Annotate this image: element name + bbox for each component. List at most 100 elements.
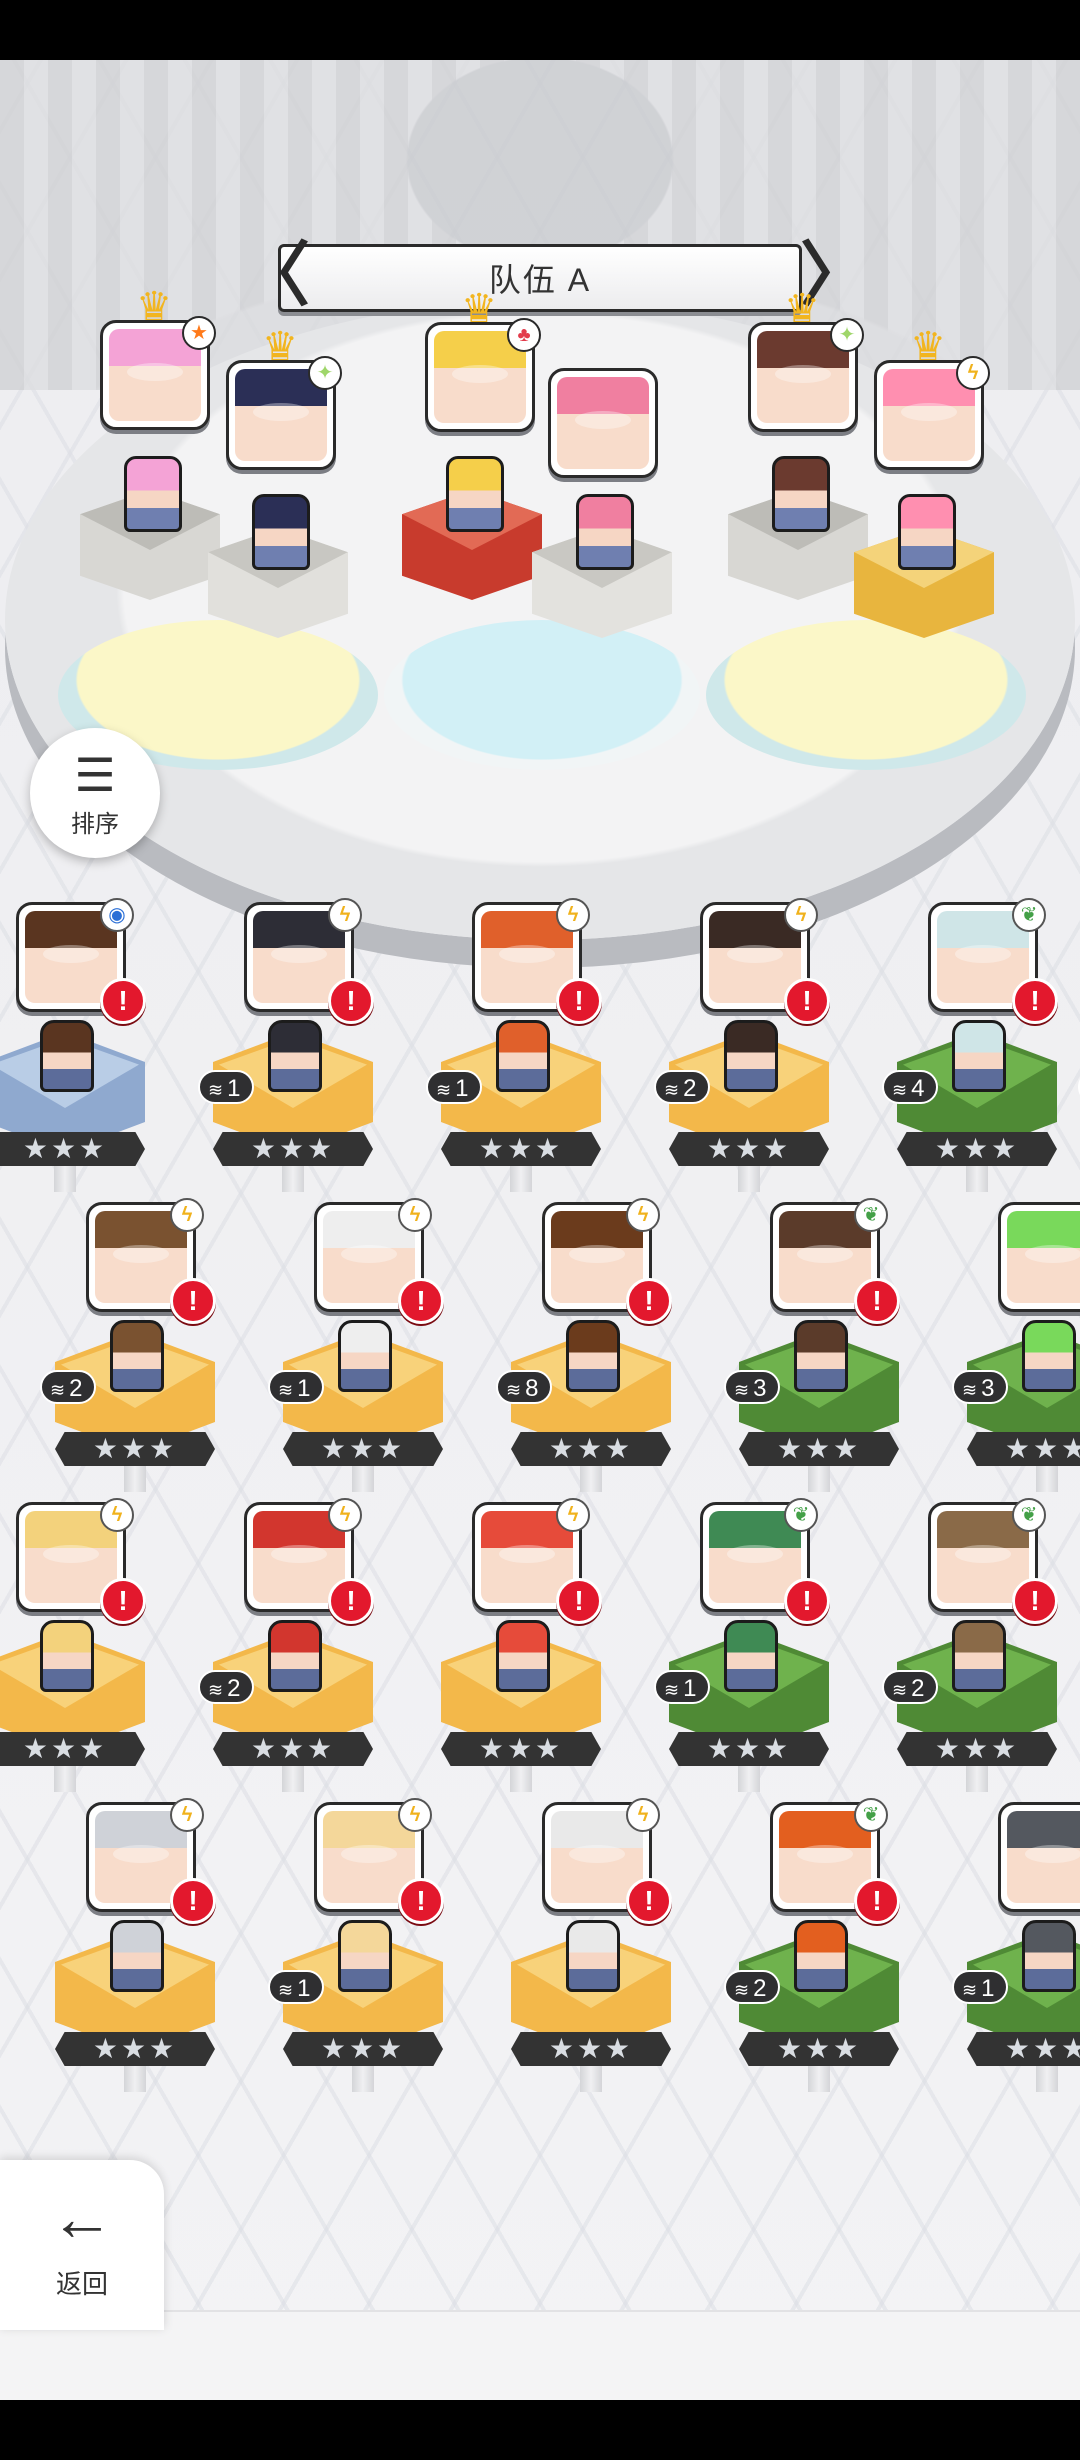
roster-character-card[interactable]: ★★★ ϟ!: [426, 1498, 616, 1802]
roster-character-card[interactable]: ★★★≋3❦!: [952, 1202, 1080, 1502]
star-rating: ★★★: [55, 2032, 215, 2066]
character-sprite: [1022, 1920, 1076, 1992]
roster-character-card[interactable]: ★★★≋1❦!: [952, 1802, 1080, 2102]
level-badge: ≋1: [198, 1070, 254, 1104]
character-sprite: [110, 1320, 164, 1392]
stack-icon: ≋: [278, 1980, 294, 2000]
back-button[interactable]: ← 返回: [0, 2160, 164, 2330]
character-sprite: [496, 1620, 550, 1692]
roster-character-card[interactable]: ★★★ ≋ 1 ϟ!: [268, 1798, 458, 2102]
roster-character-card[interactable]: ★★★ ≋ 2 ❦!: [882, 1498, 1072, 1802]
star-rating: ★★★: [739, 1432, 899, 1466]
level-badge: ≋ 3: [952, 1370, 1008, 1404]
roster-character-card[interactable]: ★★★ ≋ 2 ϟ!: [40, 1198, 230, 1502]
roster-character-card[interactable]: ★★★ ≋ 2 ❦!: [724, 1798, 914, 2102]
previous-team-button[interactable]: 〈: [240, 238, 310, 318]
character-sprite: [338, 1320, 392, 1392]
sort-button[interactable]: ☰ 排序: [30, 728, 160, 858]
roster-character-card[interactable]: ★★★ ϟ!: [40, 1798, 230, 2102]
level-value: 3: [753, 1375, 767, 1402]
alert-icon: !: [626, 1278, 672, 1324]
lightning-icon: ϟ: [956, 356, 990, 390]
star-rating: ★★★: [897, 1732, 1057, 1766]
character-sprite: [124, 456, 182, 532]
character-sprite: [40, 1020, 94, 1092]
alert-icon: !: [784, 978, 830, 1024]
stack-icon: ≋: [664, 1680, 680, 1700]
stack-icon: ≋: [962, 1380, 978, 1400]
character-sprite: [724, 1620, 778, 1692]
star-rating: ★★★: [441, 1732, 601, 1766]
star-rating: ★★★: [213, 1732, 373, 1766]
alert-icon: !: [328, 978, 374, 1024]
spade-icon: ♣: [507, 318, 541, 352]
character-sprite: [952, 1020, 1006, 1092]
character-portrait[interactable]: [998, 1802, 1080, 1912]
game-screen: 〈 队伍 A 〉 ♛ ★ ♛ ✦ ♛ ♣ ♛ ✦ ♛ ϟ ★★★ ◉! ★★★ ≋ 1 ϟ! ★★★ ≋ 1 ϟ! ★…: [0, 60, 1080, 2400]
leaf-icon: ❦: [1012, 1498, 1046, 1532]
stack-icon: ≋: [436, 1080, 452, 1100]
crown-icon: ♛: [910, 325, 946, 369]
star-rating: ★★★: [669, 1132, 829, 1166]
lightning-icon: ϟ: [398, 1198, 432, 1232]
center-team-floor: [384, 620, 700, 770]
character-portrait[interactable]: [998, 1202, 1080, 1312]
level-badge: ≋ 8: [496, 1370, 552, 1404]
alert-icon: !: [626, 1878, 672, 1924]
roster-character-card[interactable]: ★★★≋1❦!: [654, 1498, 844, 1802]
level-value: 1: [297, 1975, 311, 2002]
roster-character-card[interactable]: ★★★ ≋ 1 ϟ!: [426, 898, 616, 1202]
level-value: 2: [911, 1675, 925, 1702]
alert-icon: !: [398, 1878, 444, 1924]
character-sprite: [794, 1920, 848, 1992]
lightning-icon: ϟ: [100, 1498, 134, 1532]
crown-icon: ♛: [784, 287, 820, 331]
star-rating: ★★★: [511, 1432, 671, 1466]
level-badge: ≋ 2: [198, 1670, 254, 1704]
leaf-icon: ❦: [1012, 898, 1046, 932]
lightning-icon: ϟ: [556, 898, 590, 932]
alert-icon: !: [170, 1278, 216, 1324]
stack-icon: ≋: [892, 1080, 908, 1100]
level-badge: ≋1: [268, 1970, 324, 2004]
team-name-banner: 〈 队伍 A 〉: [240, 238, 870, 318]
roster-character-card[interactable]: ★★★ ϟ!: [0, 1498, 160, 1802]
roster-character-card[interactable]: ★★★ ≋ 8 ϟ!: [496, 1198, 686, 1502]
level-badge: ≋ 4: [882, 1070, 938, 1104]
roster-character-card[interactable]: ★★★ ≋ 1 ϟ!: [268, 1198, 458, 1502]
level-value: 1: [227, 1075, 241, 1102]
roster-character-card[interactable]: ★★★ ≋ 2 ϟ!: [198, 1498, 388, 1802]
sort-label: 排序: [71, 811, 119, 838]
level-value: 1: [683, 1675, 697, 1702]
stack-icon: ≋: [734, 1380, 750, 1400]
stack-icon: ≋: [208, 1680, 224, 1700]
character-sprite: [446, 456, 504, 532]
character-sprite: [566, 1920, 620, 1992]
alert-icon: !: [556, 978, 602, 1024]
character-portrait[interactable]: [548, 368, 658, 478]
stack-icon: ≋: [962, 1980, 978, 2000]
roster-character-card[interactable]: ★★★ ϟ!: [496, 1798, 686, 2102]
star-rating: ★★★: [897, 1132, 1057, 1166]
star-rating: ★★★: [511, 2032, 671, 2066]
stack-icon: ≋: [892, 1680, 908, 1700]
roster-character-card[interactable]: ★★★ ≋ 4 ❦!: [882, 898, 1072, 1202]
roster-character-card[interactable]: ★★★ ◉!: [0, 898, 160, 1202]
alert-icon: !: [854, 1878, 900, 1924]
roster-character-card[interactable]: ★★★ ≋ 2 ϟ!: [654, 898, 844, 1202]
roster-character-card[interactable]: ★★★ ≋ 1 ϟ!: [198, 898, 388, 1202]
alert-icon: !: [854, 1278, 900, 1324]
roster-character-card[interactable]: ★★★≋3❦!: [724, 1198, 914, 1502]
character-face: [1007, 1211, 1080, 1303]
stack-icon: ≋: [208, 1080, 224, 1100]
level-value: 1: [455, 1075, 469, 1102]
level-value: 2: [227, 1675, 241, 1702]
star-icon: ★: [182, 316, 216, 350]
alert-icon: !: [170, 1878, 216, 1924]
leaf-icon: ❦: [784, 1498, 818, 1532]
star-rating: ★★★: [967, 2032, 1080, 2066]
stack-icon: ≋: [664, 1080, 680, 1100]
lightning-icon: ϟ: [170, 1198, 204, 1232]
level-value: 3: [981, 1375, 995, 1402]
level-value: 8: [525, 1375, 539, 1402]
